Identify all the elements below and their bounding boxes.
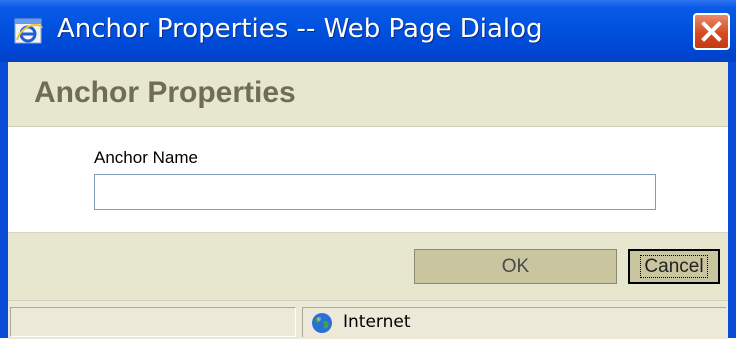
dialog-client-area: Anchor Properties Anchor Name OK Cancel …: [8, 62, 728, 339]
ok-button[interactable]: OK: [414, 249, 617, 284]
dialog-heading: Anchor Properties: [34, 76, 296, 109]
dialog-header: Anchor Properties: [8, 62, 728, 127]
anchor-name-label: Anchor Name: [94, 148, 198, 167]
globe-icon: [312, 313, 332, 333]
security-zone-label: Internet: [343, 312, 411, 332]
status-pane-zone: Internet: [302, 307, 726, 337]
close-icon: [701, 21, 722, 42]
close-button[interactable]: [693, 13, 730, 50]
ie-icon: [14, 18, 43, 44]
status-pane-main: [10, 307, 296, 337]
anchor-name-input[interactable]: [94, 174, 656, 210]
title-bar[interactable]: Anchor Properties -- Web Page Dialog: [0, 0, 736, 62]
dialog-window: Anchor Properties -- Web Page Dialog Anc…: [0, 0, 736, 339]
window-frame-left: [0, 62, 8, 338]
window-frame-right: [728, 62, 736, 338]
window-title: Anchor Properties -- Web Page Dialog: [57, 14, 543, 44]
cancel-button-label: Cancel: [640, 254, 708, 278]
dialog-footer: OK Cancel: [8, 232, 728, 301]
cancel-button[interactable]: Cancel: [628, 249, 720, 284]
status-bar: Internet: [8, 300, 728, 339]
